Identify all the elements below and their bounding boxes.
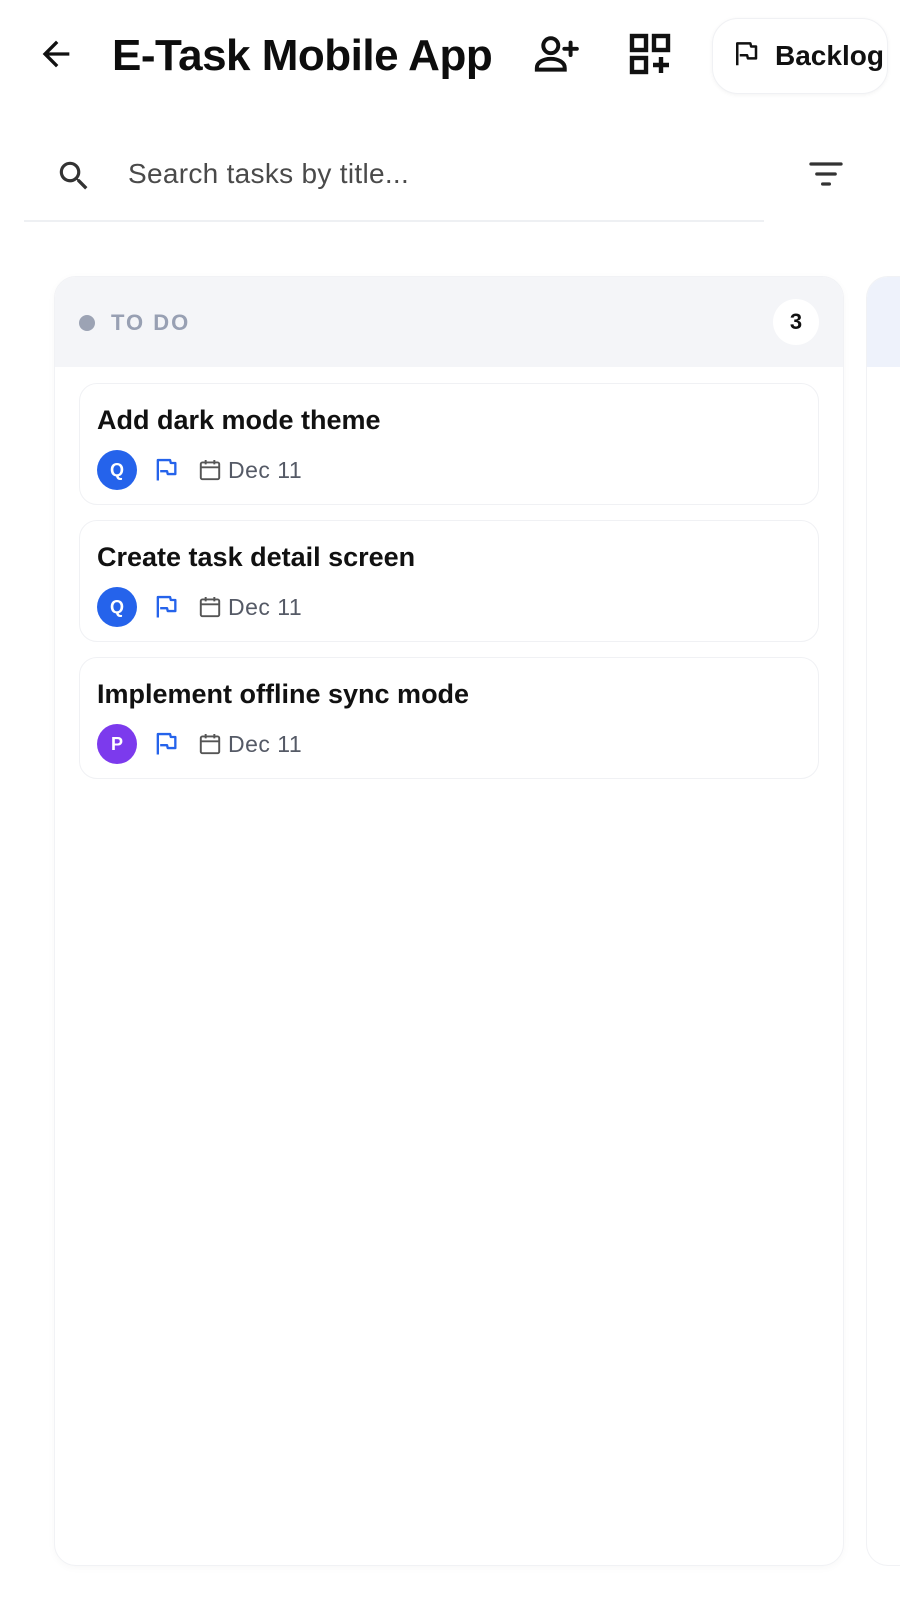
search-icon [52, 154, 96, 198]
status-dot [79, 315, 95, 331]
task-card[interactable]: Create task detail screen Q Dec 11 [79, 520, 819, 642]
grid-add-icon [626, 30, 674, 83]
assignee-avatar: Q [97, 587, 137, 627]
person-add-icon [531, 29, 581, 84]
flag-icon [152, 730, 180, 758]
due-date: Dec 11 [228, 594, 303, 620]
flag-icon [152, 456, 180, 484]
next-column-header [867, 277, 900, 367]
backlog-button[interactable]: Backlog [712, 18, 888, 94]
task-title: Create task detail screen [97, 542, 416, 572]
calendar-icon [196, 730, 224, 758]
task-count-badge: 3 [773, 299, 819, 345]
assignee-avatar: Q [97, 450, 137, 490]
filter-icon [806, 154, 846, 199]
task-title: Add dark mode theme [97, 405, 381, 435]
task-card[interactable]: Add dark mode theme Q Dec 11 [79, 383, 819, 505]
next-board-column[interactable] [866, 276, 900, 1566]
task-card[interactable]: Implement offline sync mode P Dec 11 [79, 657, 819, 779]
flag-icon [731, 39, 761, 74]
assignee-avatar: P [97, 724, 137, 764]
arrow-left-icon [36, 34, 76, 79]
search-input[interactable] [126, 148, 726, 200]
calendar-icon [196, 456, 224, 484]
column-header: TO DO 3 [55, 277, 843, 367]
add-column-button[interactable] [622, 28, 678, 84]
task-title: Implement offline sync mode [97, 679, 470, 709]
column-title: TO DO [111, 310, 191, 335]
board-column-todo: TO DO 3 Add dark mode theme Q Dec 11 Cre… [54, 276, 844, 1566]
filter-button[interactable] [798, 148, 854, 204]
back-button[interactable] [30, 30, 82, 82]
calendar-icon [196, 593, 224, 621]
due-date: Dec 11 [228, 731, 303, 757]
flag-icon [152, 593, 180, 621]
search-bar [24, 130, 764, 222]
add-member-button[interactable] [528, 28, 584, 84]
page-title: E-Task Mobile App [112, 31, 493, 80]
app-bar: E-Task Mobile App Backlog [0, 0, 900, 112]
backlog-label: Backlog [775, 40, 884, 71]
due-date: Dec 11 [228, 457, 303, 483]
